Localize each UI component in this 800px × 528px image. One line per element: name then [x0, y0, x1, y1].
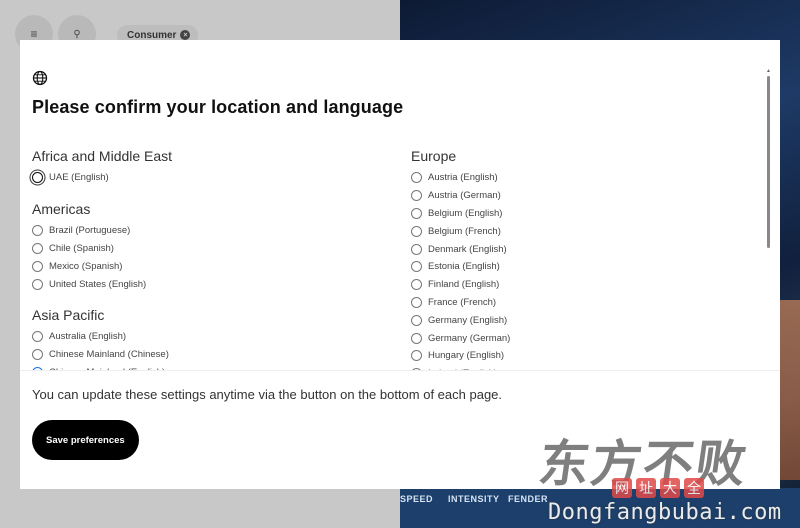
radio-button[interactable]: [411, 225, 422, 237]
watermark-char: 大: [660, 478, 680, 498]
scroll-up-icon[interactable]: ▲: [766, 68, 771, 74]
location-option-label: Belgium (English): [428, 207, 503, 219]
radio-button[interactable]: [32, 278, 43, 290]
location-option-label: Denmark (English): [428, 243, 507, 255]
location-option-label: Belgium (French): [428, 225, 501, 237]
location-option[interactable]: France (French): [411, 294, 751, 312]
location-option-label: Austria (English): [428, 172, 498, 184]
radio-button[interactable]: [411, 261, 422, 273]
search-icon: ⚲: [73, 28, 81, 40]
region-heading: Asia Pacific: [32, 306, 105, 323]
location-option[interactable]: UAE (English): [32, 169, 372, 187]
radio-button[interactable]: [32, 331, 43, 343]
location-option-label: Hungary (English): [428, 350, 505, 362]
location-option-label: Australia (English): [49, 331, 127, 343]
watermark-char: 址: [636, 478, 656, 498]
radio-button[interactable]: [411, 314, 422, 326]
radio-button[interactable]: [411, 207, 422, 219]
location-option-label: France (French): [428, 296, 497, 308]
watermark-char: 网: [612, 478, 632, 498]
save-preferences-button[interactable]: Save preferences: [32, 420, 139, 460]
location-option-label: Chile (Spanish): [49, 242, 114, 254]
location-option-label: Germany (English): [428, 314, 508, 326]
radio-button[interactable]: [411, 279, 422, 291]
radio-button[interactable]: [411, 190, 422, 202]
radio-button[interactable]: [32, 260, 43, 272]
location-option[interactable]: Chile (Spanish): [32, 240, 372, 258]
watermark-url: Dongfangbubai.com: [548, 500, 782, 525]
close-icon[interactable]: ×: [180, 30, 191, 40]
location-option[interactable]: United States (English): [32, 275, 372, 293]
location-option[interactable]: Brazil (Portuguese): [32, 222, 372, 240]
menu-icon: ≡: [30, 27, 38, 41]
radio-button[interactable]: [411, 296, 422, 308]
location-option[interactable]: Germany (English): [411, 311, 751, 329]
radio-button[interactable]: [411, 332, 422, 344]
location-option[interactable]: Belgium (French): [411, 222, 751, 240]
modal-title: Please confirm your location and languag…: [32, 97, 404, 117]
dash-label: INTENSITY: [448, 494, 500, 504]
location-option[interactable]: Australia (English): [32, 328, 372, 346]
watermark-subtitle: 网 址 大 全: [612, 478, 704, 498]
location-language-modal: Please confirm your location and languag…: [20, 40, 780, 489]
dash-label: SPEED: [400, 494, 434, 504]
location-option[interactable]: Denmark (English): [411, 240, 751, 258]
location-option-label: Mexico (Spanish): [49, 260, 123, 272]
radio-button[interactable]: [411, 243, 422, 255]
radio-button[interactable]: [411, 172, 422, 184]
region-heading: Americas: [32, 200, 91, 217]
watermark-char: 全: [684, 478, 704, 498]
location-option-label: Austria (German): [428, 190, 501, 202]
location-option-label: Chinese Mainland (Chinese): [49, 349, 169, 361]
location-option[interactable]: Belgium (English): [411, 205, 751, 223]
globe-icon: [32, 70, 48, 86]
radio-button[interactable]: [32, 242, 43, 254]
region-column-right: Europe Austria (English) Austria (German) B…: [411, 147, 751, 370]
location-option[interactable]: Chinese Mainland (Chinese): [32, 346, 372, 364]
scrollbar-thumb[interactable]: [767, 76, 770, 248]
location-option-label: United States (English): [49, 278, 147, 290]
location-option-label: Brazil (Portuguese): [49, 225, 131, 237]
location-option-label: Finland (English): [428, 279, 500, 291]
radio-button[interactable]: [32, 172, 43, 184]
location-option-label: Estonia (English): [428, 261, 500, 273]
location-option-label: UAE (English): [49, 172, 109, 184]
location-option-label: Germany (German): [428, 332, 511, 344]
radio-button[interactable]: [411, 350, 422, 362]
location-option[interactable]: Estonia (English): [411, 258, 751, 276]
location-option[interactable]: Hungary (English): [411, 347, 751, 365]
modal-scroll-area[interactable]: Please confirm your location and languag…: [20, 40, 780, 370]
region-heading: Europe: [411, 148, 457, 164]
location-option[interactable]: Mexico (Spanish): [32, 257, 372, 275]
location-option[interactable]: Austria (English): [411, 169, 751, 187]
settings-note: You can update these settings anytime vi…: [32, 387, 503, 402]
scrollbar[interactable]: ▲ ▼: [766, 68, 772, 370]
region-heading: Africa and Middle East: [32, 148, 173, 164]
region-column-left: Africa and Middle East UAE (English) Ameri…: [32, 147, 372, 370]
location-option[interactable]: Germany (German): [411, 329, 751, 347]
radio-button[interactable]: [32, 349, 43, 361]
consumer-chip-label: Consumer: [127, 29, 177, 41]
radio-button[interactable]: [32, 225, 43, 237]
location-option[interactable]: Finland (English): [411, 276, 751, 294]
location-option[interactable]: Austria (German): [411, 187, 751, 205]
